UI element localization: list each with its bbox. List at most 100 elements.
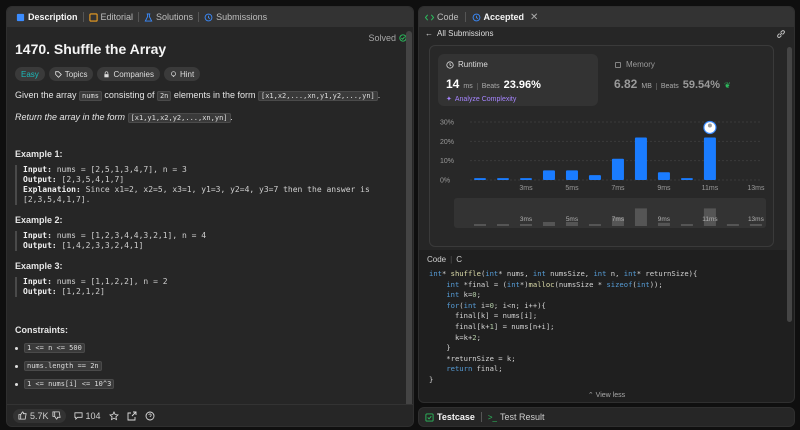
sparkle-icon: ✦ xyxy=(446,96,452,103)
x-tick-label: 9ms xyxy=(657,185,671,192)
x-tick-label: 3ms xyxy=(519,185,533,192)
thumbs-down-icon[interactable] xyxy=(52,411,61,420)
page-title: 1470. Shuffle the Array xyxy=(15,41,167,57)
left-tabs: Description Editorial Solutions Submissi… xyxy=(7,7,413,27)
description-icon xyxy=(16,13,25,21)
history-icon xyxy=(472,13,480,21)
chip-icon xyxy=(615,61,621,68)
code-icon xyxy=(425,13,434,21)
chart-bar xyxy=(496,178,509,180)
y-tick-label: 10% xyxy=(440,158,454,165)
companies-chip[interactable]: Companies xyxy=(97,67,160,81)
chart-bar xyxy=(519,178,532,180)
close-icon[interactable]: ✕ xyxy=(530,12,538,23)
tab-accepted[interactable]: Accepted xyxy=(472,12,524,22)
star-icon[interactable] xyxy=(108,410,119,421)
difficulty-chip[interactable]: Easy xyxy=(15,67,45,81)
problem-return: Return the array in the form [x1,y1,x2,y… xyxy=(15,112,234,123)
like-button[interactable]: 5.7K xyxy=(13,408,66,423)
view-less-button[interactable]: ⌃ View less xyxy=(419,391,794,399)
clock-icon xyxy=(446,60,454,69)
list-item: nums.length == 2n xyxy=(15,361,399,371)
tab-solutions[interactable]: Solutions xyxy=(139,7,198,27)
example-3: Example 3: Input: nums = [1,1,2,2], n = … xyxy=(15,261,399,297)
list-item: 1 <= n <= 500 xyxy=(15,343,399,353)
range-overview xyxy=(454,198,766,228)
performance-card: Runtime 14 ms Beats 23.96% ✦ Analyze Complex… xyxy=(429,45,774,247)
overview-bar xyxy=(542,222,555,226)
help-icon[interactable] xyxy=(145,411,155,421)
avatar-head xyxy=(707,123,712,128)
overview-bar xyxy=(519,224,532,226)
overview-bar xyxy=(496,224,509,226)
problem-footer: 5.7K 104 xyxy=(7,404,413,426)
problem-description: Given the array nums consisting of 2n el… xyxy=(15,90,381,101)
chart-bar xyxy=(611,158,624,180)
tab-test-result[interactable]: >_ Test Result xyxy=(488,412,545,422)
description-panel: Description Editorial Solutions Submissi… xyxy=(6,6,414,427)
back-to-submissions[interactable]: ← All Submissions xyxy=(425,29,493,38)
tab-description[interactable]: Description xyxy=(11,7,83,27)
x-tick-label: 11ms xyxy=(702,185,719,192)
list-item: 1 <= nums[i] <= 10^3 xyxy=(15,379,399,389)
overview-tick-label: 11ms xyxy=(702,216,718,223)
tab-testcase[interactable]: Testcase xyxy=(425,412,475,422)
code-block: int* shuffle(int* nums, int numsSize, in… xyxy=(429,269,698,384)
user-avatar-marker xyxy=(703,120,717,135)
tag-icon xyxy=(55,70,62,78)
overview-bar xyxy=(474,224,486,226)
overview-bar xyxy=(657,222,670,226)
chart-bar xyxy=(657,172,670,180)
tab-editorial[interactable]: Editorial xyxy=(84,7,139,27)
x-tick-label: 5ms xyxy=(565,185,579,192)
right-scrollbar[interactable] xyxy=(787,47,792,322)
overview-bar xyxy=(634,208,647,226)
memory-card[interactable]: Memory 6.82 MB Beats 59.54% ❦ xyxy=(606,54,761,106)
comments-button[interactable]: 104 xyxy=(74,411,101,421)
hint-chip[interactable]: Hint xyxy=(163,67,201,81)
tag-chips: Easy Topics Companies Hint xyxy=(15,67,399,81)
tab-code[interactable]: Code xyxy=(425,12,459,22)
terminal-icon: >_ xyxy=(487,412,497,422)
overview-tick-label: 3ms xyxy=(520,216,533,223)
code-header: Code | C xyxy=(427,255,462,264)
chart-bar xyxy=(542,170,555,180)
overview-tick-label: 7ms xyxy=(612,216,625,223)
chart-bar xyxy=(565,170,578,180)
example-1: Example 1: Input: nums = [2,5,1,3,4,7], … xyxy=(15,149,399,205)
overview-bar xyxy=(680,224,693,226)
chart-bar xyxy=(680,178,693,180)
constraints-title: Constraints: xyxy=(15,325,69,335)
link-icon[interactable] xyxy=(776,29,786,39)
y-tick-label: 30% xyxy=(440,120,454,127)
lock-icon xyxy=(104,70,110,77)
x-tick-label: 7ms xyxy=(611,185,625,192)
overview-tick-label: 9ms xyxy=(658,216,671,223)
share-icon[interactable] xyxy=(127,411,137,421)
constraints-list: 1 <= n <= 500 nums.length == 2n 1 <= num… xyxy=(15,343,399,389)
tab-submissions[interactable]: Submissions xyxy=(199,7,272,27)
x-tick-label: 13ms xyxy=(747,185,765,192)
checkbox-icon xyxy=(425,412,434,422)
analyze-complexity-link[interactable]: ✦ Analyze Complexity xyxy=(446,95,590,104)
chart-bar xyxy=(703,137,716,180)
overview-tick-label: 13ms xyxy=(748,216,765,223)
example-2: Example 2: Input: nums = [1,2,3,4,4,3,2,… xyxy=(15,215,399,251)
runtime-card[interactable]: Runtime 14 ms Beats 23.96% ✦ Analyze Complex… xyxy=(438,54,598,106)
arrow-left-icon: ← xyxy=(425,29,433,38)
overview-bar xyxy=(749,224,762,226)
lightbulb-icon xyxy=(171,70,176,77)
chart-bar xyxy=(474,178,486,180)
left-scrollbar[interactable] xyxy=(406,31,412,411)
leaf-icon: ❦ xyxy=(724,81,731,90)
comment-icon xyxy=(74,412,83,420)
history-icon xyxy=(204,13,213,21)
topics-chip[interactable]: Topics xyxy=(48,67,94,81)
y-tick-label: 20% xyxy=(440,139,454,146)
test-bar: Testcase >_ Test Result xyxy=(418,407,795,427)
y-tick-label: 0% xyxy=(440,178,450,185)
right-tabs: Code Accepted ✕ xyxy=(419,7,794,27)
editorial-icon xyxy=(88,12,98,22)
runtime-distribution-chart: 0% 10% 20% 30% 3ms 5ms 7ms 9ms 11ms 13ms 3ms 5ms 7ms… xyxy=(440,120,766,228)
overview-bar xyxy=(726,224,739,226)
